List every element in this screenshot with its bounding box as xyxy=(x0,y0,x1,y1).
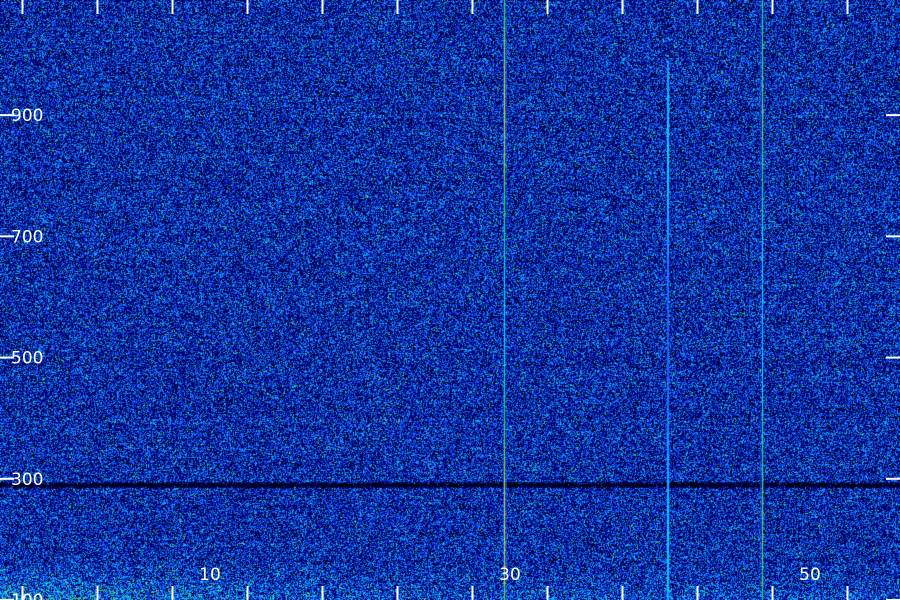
y-tick-label: 900 xyxy=(11,106,43,126)
y-tick-label: 100 xyxy=(11,591,43,600)
x-tick-label: 10 xyxy=(199,565,221,585)
spectrogram-axes: 900 700 500 300 100 10 30 50 xyxy=(0,0,900,600)
spectrogram-chart: 900 700 500 300 100 10 30 50 xyxy=(0,0,900,600)
y-tick-label: 500 xyxy=(11,349,43,369)
y-tick-label: 700 xyxy=(11,227,43,247)
x-tick-label: 30 xyxy=(499,565,521,585)
y-tick-label: 300 xyxy=(11,470,43,490)
x-tick-label: 50 xyxy=(799,565,821,585)
